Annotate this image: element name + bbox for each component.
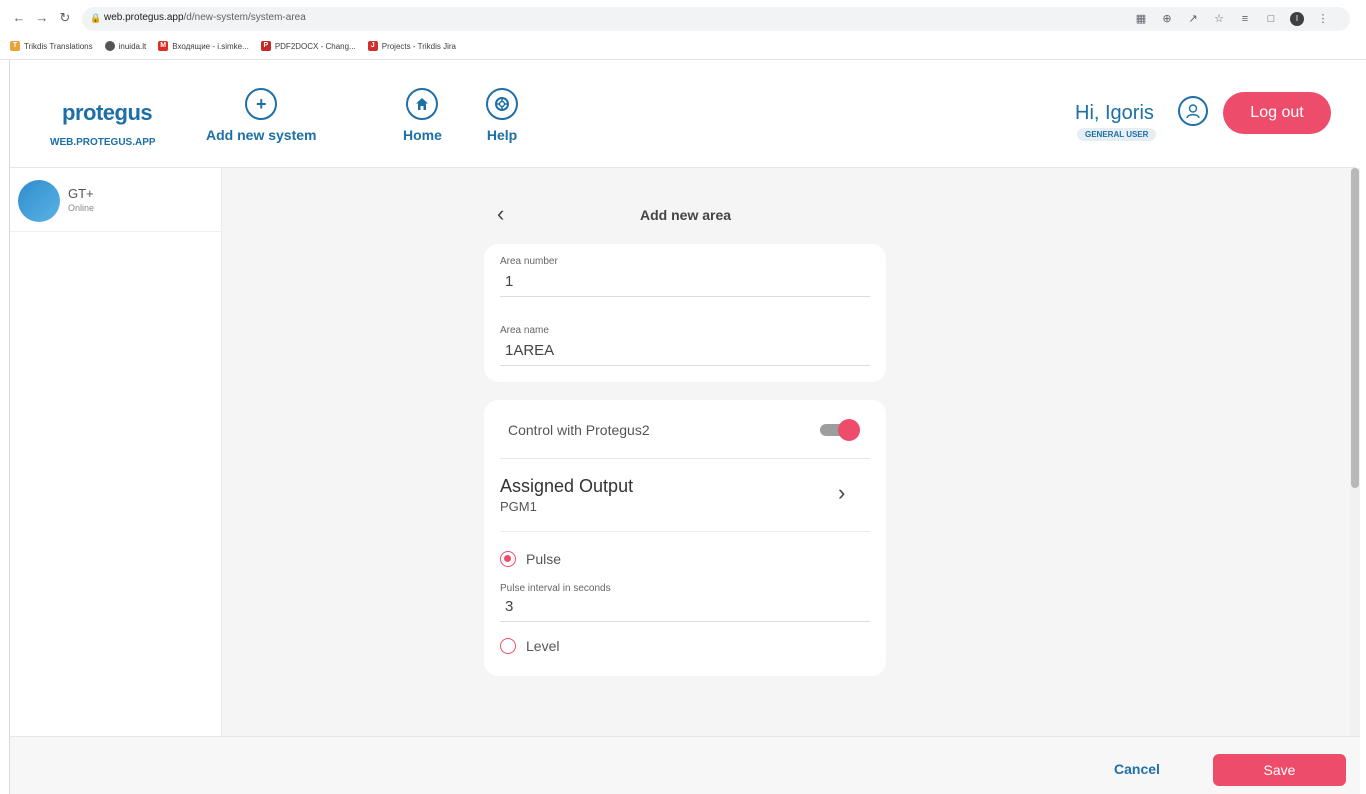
pulse-interval-field[interactable]: Pulse interval in seconds 3 <box>500 583 870 622</box>
reload-icon[interactable]: ↻ <box>56 9 74 27</box>
toggle-thumb <box>838 419 860 441</box>
bookmark-item[interactable]: inuida.lt <box>104 38 147 54</box>
systems-sidebar: GT+ Online <box>10 168 222 736</box>
area-number-input[interactable]: 1 <box>500 273 870 296</box>
nav-add-new-system[interactable]: + Add new system <box>206 88 316 143</box>
pulse-radio-option[interactable]: Pulse <box>500 551 561 567</box>
nav-home[interactable]: Home <box>403 88 442 143</box>
pulse-radio[interactable] <box>500 551 516 567</box>
action-footer: Cancel Save <box>10 736 1360 794</box>
nav-label: Help <box>486 127 518 143</box>
forward-arrow-icon[interactable]: → <box>33 9 51 27</box>
control-protegus-row: Control with Protegus2 <box>500 400 870 459</box>
bookmark-item[interactable]: M Входящие - i.simke... <box>158 38 249 54</box>
bookmark-label: inuida.lt <box>118 41 147 51</box>
bookmark-item[interactable]: P PDF2DOCX - Chang... <box>260 38 356 54</box>
chevron-right-icon: › <box>838 480 846 505</box>
browser-toolbar: ← → ↻ 🔒 web.protegus.app/d/new-system/sy… <box>0 4 1366 34</box>
area-number-label: Area number <box>500 256 558 267</box>
plus-icon: + <box>245 88 278 120</box>
area-name-input[interactable]: 1AREA <box>500 342 870 365</box>
save-button[interactable]: Save <box>1213 754 1346 786</box>
url-host: web.protegus.app <box>104 12 184 23</box>
star-icon[interactable]: ☆ <box>1212 12 1226 26</box>
user-greeting: Hi, Igoris <box>1075 102 1154 124</box>
level-radio-option[interactable]: Level <box>500 638 559 654</box>
protegus-logo[interactable]: protegus <box>62 100 153 126</box>
translate-icon[interactable]: ▦ <box>1134 12 1148 26</box>
profile-icon[interactable]: I <box>1290 12 1304 26</box>
lock-icon: 🔒 <box>90 13 102 23</box>
gmail-icon: M <box>158 41 169 51</box>
jira-icon: J <box>367 41 378 51</box>
pulse-interval-label: Pulse interval in seconds <box>500 583 611 594</box>
reading-list-icon[interactable]: ≡ <box>1238 12 1252 26</box>
system-list-item[interactable]: GT+ Online <box>10 168 222 232</box>
window-frame <box>0 60 10 794</box>
control-settings-card: Control with Protegus2 Assigned Output P… <box>484 400 886 676</box>
browser-action-icons: ▦ ⊕ ↗ ☆ ≡ □ I ⋮ <box>1134 12 1330 26</box>
level-radio[interactable] <box>500 638 516 654</box>
menu-icon[interactable]: ⋮ <box>1316 12 1330 26</box>
level-label: Level <box>526 638 560 654</box>
main-content: ‹ Add new area Area number 1 Area name 1… <box>222 168 1350 736</box>
system-name: GT+ <box>68 186 94 201</box>
browser-chrome: ← → ↻ 🔒 web.protegus.app/d/new-system/sy… <box>0 0 1366 60</box>
system-status: Online <box>68 203 95 213</box>
share-icon[interactable]: ↗ <box>1186 12 1200 26</box>
control-protegus-toggle[interactable] <box>820 418 860 441</box>
assigned-output-title: Assigned Output <box>500 476 634 496</box>
pulse-label: Pulse <box>526 551 562 567</box>
back-arrow-icon[interactable]: ← <box>10 9 28 27</box>
logout-button[interactable]: Log out <box>1223 92 1331 134</box>
bookmark-item[interactable]: J Projects - Trikdis Jira <box>367 38 456 54</box>
url-path: /d/new-system/system-area <box>183 12 306 23</box>
system-avatar <box>18 180 60 222</box>
side-panel-icon[interactable]: □ <box>1264 12 1278 26</box>
back-chevron-icon[interactable]: ‹ <box>497 201 504 227</box>
assigned-output-value: PGM1 <box>500 499 537 514</box>
pulse-interval-input[interactable]: 3 <box>500 598 870 621</box>
bookmark-favicon-icon: T <box>10 41 20 51</box>
assigned-output-row[interactable]: Assigned Output PGM1 › <box>500 460 870 532</box>
page-title: Add new area <box>640 207 732 223</box>
area-details-card: Area number 1 Area name 1AREA <box>484 244 886 382</box>
bookmark-item[interactable]: T Trikdis Translations <box>10 38 93 54</box>
bookmark-label: Trikdis Translations <box>24 41 93 51</box>
cancel-button[interactable]: Cancel <box>1114 761 1160 777</box>
nav-label: Home <box>403 127 442 143</box>
area-name-label: Area name <box>500 325 549 336</box>
app-header: protegus WEB.PROTEGUS.APP + Add new syst… <box>10 60 1356 168</box>
logo-subtitle: WEB.PROTEGUS.APP <box>50 137 156 148</box>
area-number-field[interactable]: Area number 1 <box>500 256 870 297</box>
area-name-field[interactable]: Area name 1AREA <box>500 325 870 366</box>
bookmarks-bar: T Trikdis Translations inuida.lt M Входящи… <box>10 38 456 54</box>
pdf-icon: P <box>260 41 271 51</box>
bookmark-label: PDF2DOCX - Chang... <box>274 41 356 51</box>
control-protegus-label: Control with Protegus2 <box>508 422 650 438</box>
nav-help[interactable]: Help <box>486 88 518 143</box>
bookmark-label: Projects - Trikdis Jira <box>381 41 456 51</box>
globe-icon <box>104 41 115 51</box>
home-icon <box>406 88 439 120</box>
user-avatar-icon[interactable] <box>1178 96 1208 126</box>
user-role-badge: GENERAL USER <box>1077 128 1157 141</box>
page-scrollbar[interactable] <box>1350 168 1360 736</box>
address-bar[interactable]: 🔒 web.protegus.app/d/new-system/system-a… <box>82 7 1350 31</box>
bookmark-label: Входящие - i.simke... <box>172 41 249 51</box>
scrollbar-thumb[interactable] <box>1351 168 1359 488</box>
nav-label: Add new system <box>206 127 317 143</box>
zoom-icon[interactable]: ⊕ <box>1160 12 1174 26</box>
lifebuoy-icon <box>486 88 518 120</box>
url-text: web.protegus.app/d/new-system/system-are… <box>104 12 306 23</box>
